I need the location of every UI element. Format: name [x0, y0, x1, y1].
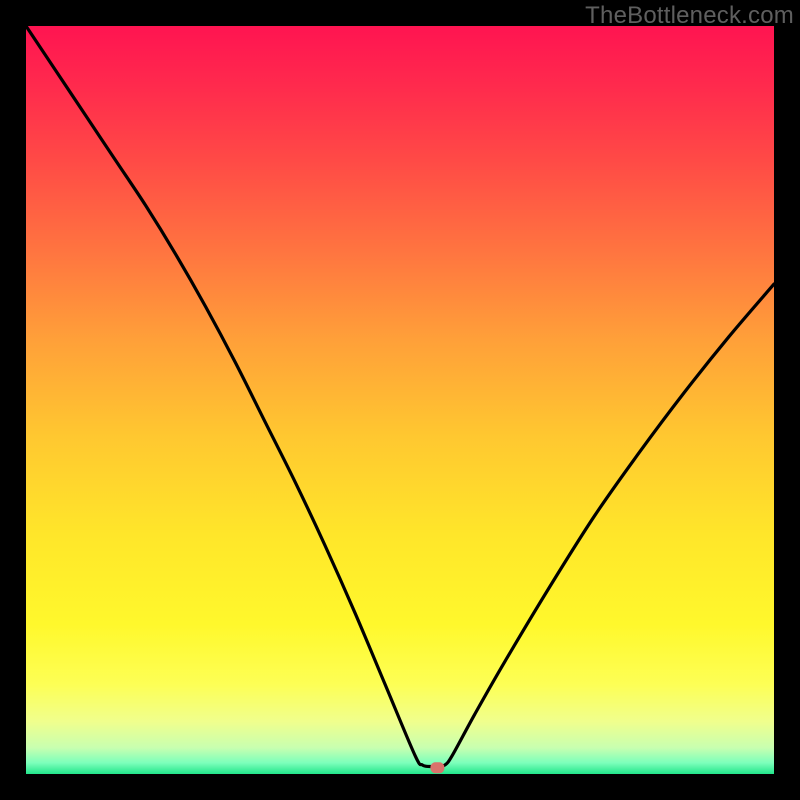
- chart-background-gradient: [26, 26, 774, 774]
- plot-area: [26, 26, 774, 774]
- chart-frame: TheBottleneck.com: [0, 0, 800, 800]
- optimum-marker: [430, 762, 444, 773]
- bottleneck-chart: [26, 26, 774, 774]
